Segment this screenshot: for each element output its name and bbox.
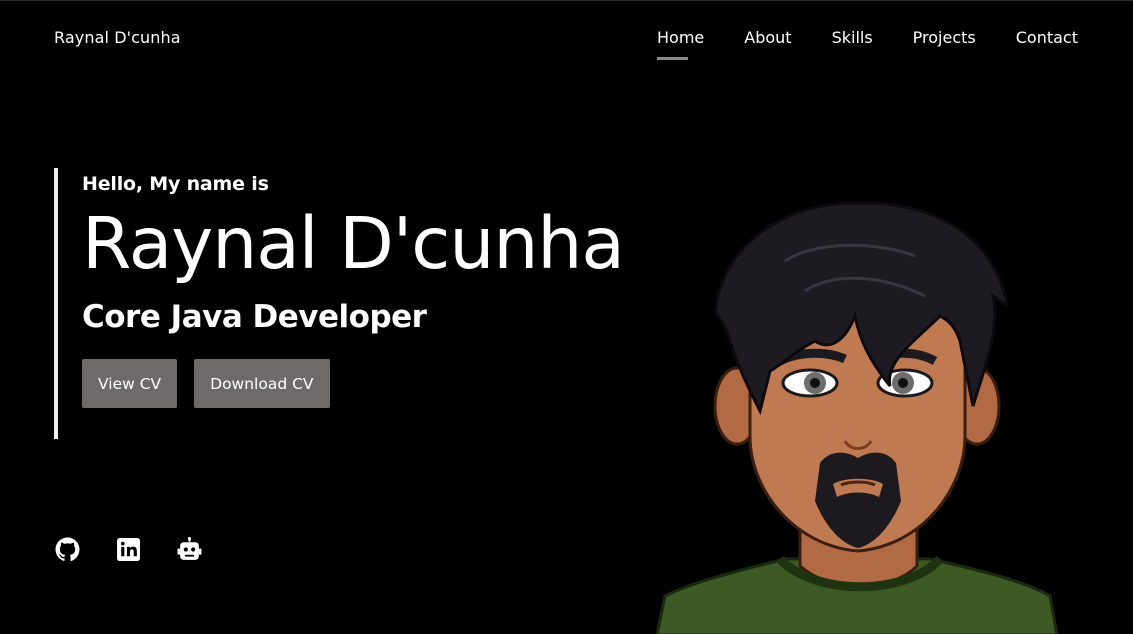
- main-nav: Home About Skills Projects Contact: [657, 28, 1078, 60]
- download-cv-button[interactable]: Download CV: [194, 359, 330, 408]
- hero-buttons: View CV Download CV: [82, 359, 624, 408]
- nav-item-projects[interactable]: Projects: [913, 28, 976, 47]
- hero-role: Core Java Developer: [82, 299, 427, 335]
- github-icon[interactable]: [55, 537, 80, 562]
- hero-greeting: Hello, My name is: [82, 173, 269, 195]
- nav-item-home[interactable]: Home: [657, 28, 704, 60]
- brand-logo-text[interactable]: Raynal D'cunha: [54, 28, 181, 47]
- linkedin-icon[interactable]: [116, 537, 141, 562]
- social-links: [55, 537, 202, 562]
- robot-icon[interactable]: [177, 537, 202, 562]
- nav-item-about[interactable]: About: [744, 28, 791, 47]
- hero-name: Raynal D'cunha: [82, 202, 625, 285]
- view-cv-button[interactable]: View CV: [82, 359, 178, 408]
- hero-section: Hello, My name is Raynal D'cunha Core Ja…: [54, 168, 625, 439]
- avatar-illustration: [655, 201, 1059, 634]
- nav-item-contact[interactable]: Contact: [1016, 28, 1078, 47]
- page: Raynal D'cunha Home About Skills Project…: [0, 0, 1133, 634]
- nav-item-skills[interactable]: Skills: [832, 28, 873, 47]
